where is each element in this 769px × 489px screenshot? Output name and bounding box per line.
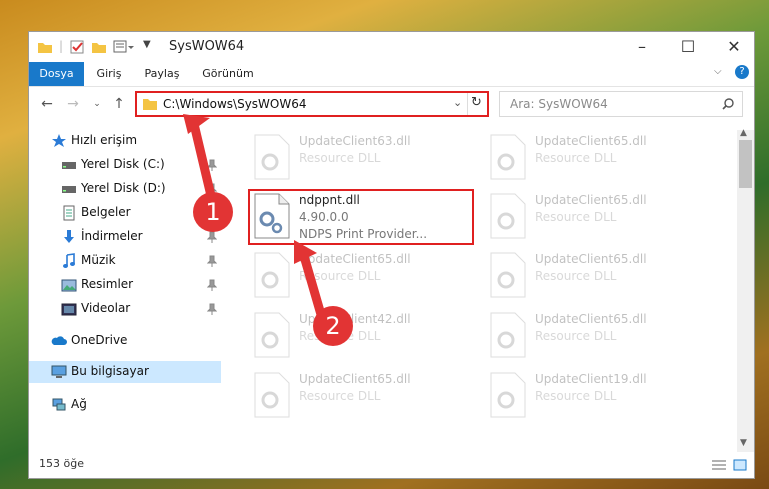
step-marker-2: 2 [313, 306, 353, 346]
step-marker-1: 1 [193, 192, 233, 232]
arrow-1 [189, 119, 217, 205]
annotation-overlay [183, 114, 327, 323]
arrow-2 [299, 251, 327, 323]
